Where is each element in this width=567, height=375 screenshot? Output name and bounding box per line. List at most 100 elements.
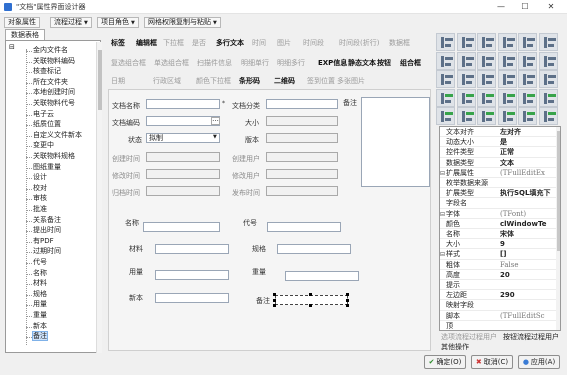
- chevron-down-icon[interactable]: ▼: [213, 134, 217, 140]
- spec-field[interactable]: [277, 244, 351, 254]
- toolbar-control-button[interactable]: 扫描件信息: [197, 58, 232, 68]
- property-value[interactable]: 20: [500, 271, 556, 280]
- toolbar-control-button[interactable]: 时间段: [303, 38, 324, 48]
- align-left-icon[interactable]: [436, 33, 455, 51]
- property-value[interactable]: 宋体: [500, 230, 556, 239]
- tab-button-workflow-users[interactable]: 按钮流程过程用户: [503, 333, 559, 342]
- property-row[interactable]: 文本对齐 左对齐: [440, 128, 556, 138]
- same-size-icon[interactable]: [538, 33, 558, 51]
- align-right-icon[interactable]: [477, 33, 496, 51]
- property-row[interactable]: 动态大小 是: [440, 138, 556, 148]
- property-value[interactable]: 正常: [500, 148, 556, 157]
- property-row[interactable]: 左边距 290: [440, 291, 556, 301]
- toolbar-control-button[interactable]: 多行文本: [216, 38, 244, 48]
- code-field[interactable]: [267, 222, 341, 232]
- property-row[interactable]: 字段名: [440, 199, 556, 209]
- property-value[interactable]: 左对齐: [500, 128, 556, 137]
- resize-handle[interactable]: [273, 304, 276, 307]
- move-left-icon[interactable]: [436, 70, 455, 89]
- expand-icon[interactable]: ⊟: [440, 250, 445, 259]
- tree-item[interactable]: 关联物料编码: [26, 57, 75, 67]
- paste-layout-icon[interactable]: [456, 107, 476, 126]
- tree-scrollbar[interactable]: [96, 42, 102, 353]
- property-row[interactable]: 高度 20: [440, 271, 556, 281]
- toolbar-control-button[interactable]: EXP信息: [318, 58, 347, 68]
- space-h-icon[interactable]: [497, 51, 517, 70]
- ok-button[interactable]: ✔ 确定(O): [424, 355, 466, 369]
- property-value[interactable]: 执行SQL填充下: [500, 189, 556, 198]
- property-value[interactable]: False: [500, 261, 556, 270]
- property-row[interactable]: ⊟ 样式 []: [440, 250, 556, 260]
- tree-item[interactable]: 批准: [26, 205, 47, 215]
- property-value[interactable]: 是: [500, 138, 556, 147]
- property-row[interactable]: 大小 9: [440, 240, 556, 250]
- lock-icon[interactable]: [518, 88, 537, 107]
- toolbar-control-button[interactable]: 签到位置: [307, 76, 335, 86]
- doc-code-browse-button[interactable]: ···: [211, 117, 220, 125]
- property-row[interactable]: ⊟ 字体 (TFont): [440, 210, 556, 219]
- minimize-button[interactable]: —: [490, 0, 512, 14]
- toolbar-control-button[interactable]: 明细单行: [241, 58, 269, 68]
- tree-item[interactable]: 电子云: [26, 110, 54, 120]
- form-canvas[interactable]: 文档名称 * 文档分类 备注 文档编码 ··· 大小 状态 拟制 ▼ 版本 创建…: [108, 89, 431, 351]
- distribute-icon[interactable]: [497, 88, 517, 107]
- grow-icon[interactable]: [518, 107, 537, 126]
- property-value[interactable]: clWindowTe: [500, 220, 556, 229]
- toolbar-control-button[interactable]: 条形码: [239, 76, 260, 86]
- toolbar-control-button[interactable]: 二维码: [274, 76, 295, 86]
- property-value[interactable]: 9: [500, 240, 556, 249]
- align-middle-v-icon[interactable]: [456, 51, 476, 70]
- toolbar-control-button[interactable]: 时间段(折行): [339, 38, 379, 48]
- move-right-icon[interactable]: [456, 70, 476, 89]
- tree-item[interactable]: 图纸重量: [26, 163, 61, 173]
- resize-handle[interactable]: [309, 304, 312, 307]
- tree-item[interactable]: 金内文件名: [26, 46, 68, 56]
- scrollbar-thumb[interactable]: [556, 131, 560, 251]
- toolbar-control-button[interactable]: 行政区域: [153, 76, 181, 86]
- toolbar-control-button[interactable]: 图片: [277, 38, 291, 48]
- property-value[interactable]: (TFullEditSc: [500, 312, 556, 321]
- resize-handle[interactable]: [346, 299, 349, 302]
- property-value[interactable]: (TFont): [500, 210, 556, 219]
- grid-snap-icon[interactable]: [518, 70, 537, 89]
- tab-option-workflow-users[interactable]: 选项流程过程用户: [441, 333, 497, 342]
- doc-code-field[interactable]: [146, 116, 220, 126]
- tree-item[interactable]: 规格: [26, 290, 47, 300]
- insert-row-icon[interactable]: [477, 107, 496, 126]
- toolbar-control-button[interactable]: 标签: [111, 38, 125, 48]
- shrink-icon[interactable]: [538, 107, 558, 126]
- apply-button[interactable]: ● 应用(A): [518, 355, 560, 369]
- toolbar-control-button[interactable]: 明细多行: [277, 58, 305, 68]
- tree-root-icon[interactable]: ⊟: [9, 43, 15, 51]
- tree-item[interactable]: 校对: [26, 184, 47, 194]
- tree-item[interactable]: 所在文件夹: [26, 78, 68, 88]
- toolbar-control-button[interactable]: 日期: [111, 76, 125, 86]
- expand-icon[interactable]: ⊟: [440, 169, 445, 178]
- cancel-button[interactable]: ✖ 取消(C): [471, 355, 513, 369]
- menu-grid-permission-copy[interactable]: 网格权限复制与粘贴 ▼: [144, 17, 221, 28]
- resize-handle[interactable]: [346, 304, 349, 307]
- same-height-icon[interactable]: [518, 33, 537, 51]
- tree-item[interactable]: 有PDF: [26, 237, 54, 247]
- scrollbar-thumb[interactable]: [97, 50, 102, 110]
- toolbar-control-button[interactable]: 多张图片: [337, 76, 365, 86]
- property-row[interactable]: 控件类型 正常: [440, 148, 556, 158]
- tree-item[interactable]: 用量: [26, 300, 47, 310]
- tree-item[interactable]: 核查标记: [26, 67, 61, 77]
- doc-class-field[interactable]: [266, 99, 338, 109]
- toolbar-control-button[interactable]: 编辑框: [136, 38, 157, 48]
- toolbar-control-button[interactable]: 数据框: [389, 38, 410, 48]
- align-center-h-icon[interactable]: [456, 33, 476, 51]
- toolbar-control-button[interactable]: 组合框: [400, 58, 421, 68]
- menu-object-properties[interactable]: 对象属性: [4, 17, 40, 28]
- property-value[interactable]: 文本: [500, 159, 556, 168]
- property-row[interactable]: 脚本 (TFullEditSc: [440, 312, 556, 321]
- bring-front-icon[interactable]: [436, 88, 455, 107]
- send-back-icon[interactable]: [456, 88, 476, 107]
- resize-handle[interactable]: [346, 293, 349, 296]
- property-value[interactable]: 290: [500, 291, 556, 300]
- tree-item[interactable]: 关系备注: [26, 216, 61, 226]
- toolbar-control-button[interactable]: 单选组合框: [154, 58, 189, 68]
- new-field[interactable]: [155, 293, 229, 303]
- toolbar-control-button[interactable]: 下拉框: [163, 38, 184, 48]
